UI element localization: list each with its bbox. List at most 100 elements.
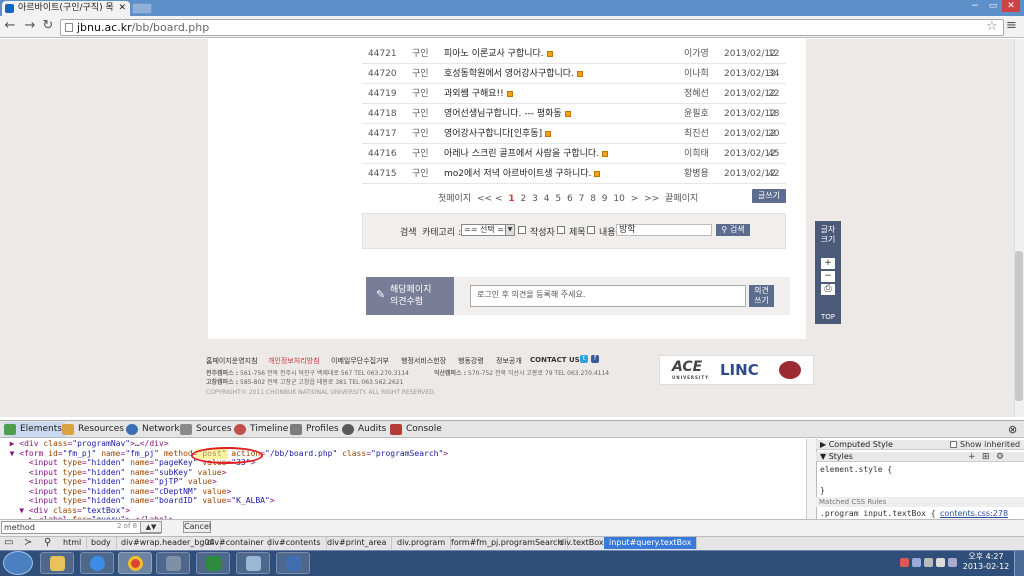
pager-last[interactable]: 끝페이지 [665,194,698,204]
write-button[interactable]: 글쓰기 [752,189,786,203]
row-title[interactable]: 영어강사구합니다[인후동] [444,124,552,144]
volume-tray-icon[interactable] [936,558,945,567]
devtools-tab-resources[interactable]: Resources [62,422,124,437]
new-tab-button[interactable] [132,3,152,14]
footer-link[interactable]: 정보공개 [496,356,522,366]
pager-prev[interactable]: < [495,194,503,204]
element-state-icon[interactable]: ⊞ [982,452,990,462]
footer-link[interactable]: 이메일무단수집거부 [331,356,389,366]
browser-tab[interactable]: 아르바이트(구인/구직) 목 ✕ [2,1,130,16]
breadcrumb-item-selected[interactable]: input#query.textBox [604,537,698,549]
taskbar-app[interactable] [236,552,270,574]
window-close-icon[interactable]: ✕ [1002,0,1020,12]
pager-page[interactable]: 8 [590,194,596,204]
taskbar-ie[interactable] [80,552,114,574]
devtools-tab-profiles[interactable]: Profiles [290,422,339,437]
table-row[interactable]: 44720 구인 호성동학원에서 영어강사구합니다. 이나희 2013/02/1… [362,64,786,84]
address-bar[interactable]: jbnu.ac.kr/bb/board.php [60,19,1004,36]
element-style-rule[interactable]: element.style { [820,465,892,474]
styles-header[interactable]: ▼ Styles [816,452,1024,462]
breadcrumb-item[interactable]: body [86,537,117,549]
dom-node[interactable]: <input type="hidden" name="cDeptNM" valu… [0,487,806,497]
console-drawer-icon[interactable]: ≻ [24,537,32,549]
table-row[interactable]: 44719 구인 과외쌤 구해요!! 정혜선 2013/02/12 22 [362,84,786,104]
back-icon[interactable]: ← [2,18,18,34]
table-row[interactable]: 44715 구인 mo2에서 저녁 아르바이트생 구하니다. 황병용 2013/… [362,164,786,184]
reload-icon[interactable]: ↻ [40,18,56,34]
title-checkbox[interactable] [557,226,565,234]
taskbar-clock[interactable]: 오후 4:27 2013-02-12 [962,552,1010,572]
search-input[interactable]: 방학 [616,224,712,236]
show-desktop-button[interactable] [1014,551,1024,576]
css-rule-selector[interactable]: .program input.textBox { [820,509,936,518]
breadcrumb-item[interactable]: html [58,537,88,549]
bookmark-star-icon[interactable]: ☆ [986,19,998,34]
devtools-tab-console[interactable]: Console [390,422,442,437]
search-button[interactable]: ⚲ 검색 [716,224,750,236]
footer-link[interactable]: 개인정보처리방침 [268,356,320,366]
dom-node[interactable]: ▶ <div class="programNav">…</div> [0,439,806,449]
dock-icon[interactable]: ▭ [4,537,13,549]
search-icon[interactable]: ⚲ [44,537,51,549]
tray-icon[interactable] [900,558,909,567]
table-row[interactable]: 44716 구인 아레나 스크린 골프에서 사람을 구합니다. 이희태 2013… [362,144,786,164]
devtools-tab-audits[interactable]: Audits [342,422,386,437]
pager-next-next[interactable]: >> [644,194,659,204]
dom-tree[interactable]: ▶ <div class="programNav">…</div> ▼ <for… [0,439,806,519]
forward-icon[interactable]: → [22,18,38,34]
taskbar-explorer[interactable] [40,552,74,574]
breadcrumb-item[interactable]: div#print_area [322,537,393,549]
show-inherited-checkbox[interactable] [950,441,957,448]
table-row[interactable]: 44717 구인 영어강사구합니다[인후동] 최진선 2013/02/12 20 [362,124,786,144]
facebook-icon[interactable]: f [591,355,599,363]
devtools-tab-elements[interactable]: Elements [4,422,65,437]
pager-next[interactable]: > [631,194,639,204]
footer-link[interactable]: 홈페이지운영지침 [206,356,258,366]
css-rule-source-link[interactable]: contents.css:278 [940,509,1008,518]
category-select[interactable]: == 선택 == ▼ [461,224,515,236]
row-title[interactable]: 아레나 스크린 골프에서 사람을 구합니다. [444,144,609,164]
footer-link[interactable]: 행동강령 [458,356,484,366]
tray-icon[interactable] [912,558,921,567]
devtools-close-icon[interactable]: ⊗ [1008,423,1017,436]
row-title[interactable]: 호성동학원에서 영어강사구합니다. [444,64,583,84]
breadcrumb-item[interactable]: div#contents [262,537,327,549]
pager-page[interactable]: 4 [544,194,550,204]
pager-first[interactable]: 첫페이지 [438,194,471,204]
author-checkbox[interactable] [518,226,526,234]
footer-link[interactable]: 행정서비스헌장 [401,356,446,366]
pager-page[interactable]: 9 [602,194,608,204]
content-checkbox[interactable] [587,226,595,234]
menu-icon[interactable]: ≡ [1006,18,1017,33]
row-title[interactable]: mo2에서 저녁 아르바이트생 구하니다. [444,164,601,184]
breadcrumb-item[interactable]: div.textBox [554,537,610,549]
pager-page[interactable]: 2 [521,194,527,204]
find-nav-buttons[interactable]: ▲▼ [140,521,162,533]
dom-node[interactable]: ▼ <div class="textBox"> [0,506,806,516]
dom-node[interactable]: <input type="hidden" name="pjTP" value> [0,477,806,487]
pager-page[interactable]: 10 [613,194,624,204]
print-icon[interactable]: ⎙ [821,284,835,295]
linc-logo[interactable]: LINC [720,361,759,379]
row-title[interactable]: 피아노 이론교사 구합니다. [444,44,553,64]
add-rule-icon[interactable]: + [968,452,976,462]
pager-page[interactable]: 5 [555,194,561,204]
taskbar-excel[interactable] [196,552,230,574]
footer-link[interactable]: CONTACT US [530,356,580,364]
row-title[interactable]: 과외쌤 구해요!! [444,84,513,104]
opinion-textarea[interactable]: 로그인 후 의견을 등록해 주세요. [470,285,746,307]
taskbar-app[interactable] [156,552,190,574]
dom-scrollbar[interactable] [806,439,816,519]
twitter-icon[interactable]: t [580,355,588,363]
dom-node[interactable]: ▼ <form id="fm_pj" name="fm_pj" method="… [0,449,806,459]
page-scrollbar-thumb[interactable] [1015,251,1023,401]
breadcrumb-item[interactable]: div#container [202,537,270,549]
devtools-tab-network[interactable]: Network [126,422,180,437]
breadcrumb-item[interactable]: div.program [392,537,452,549]
find-cancel-button[interactable]: Cancel [183,521,211,533]
dom-node[interactable]: <input type="hidden" name="boardID" valu… [0,496,806,506]
row-title[interactable]: 영어선생님구합니다. --- 평화동 [444,104,571,124]
minimize-icon[interactable]: − [966,0,984,12]
opinion-submit-button[interactable]: 의견 쓰기 [749,285,774,307]
taskbar-chrome[interactable] [118,552,152,574]
